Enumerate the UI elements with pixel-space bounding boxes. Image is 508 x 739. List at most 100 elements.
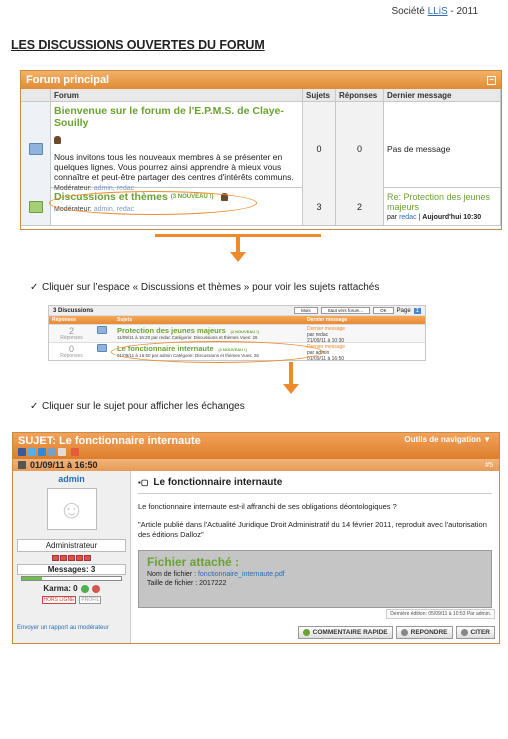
post-icon <box>18 461 26 469</box>
page-label: Page <box>396 307 411 314</box>
facebook-icon[interactable] <box>18 448 26 456</box>
company-prefix: Société <box>391 6 428 17</box>
post-number[interactable]: #5 <box>485 462 493 469</box>
post-date-bar: 01/09/11 à 16:50 #5 <box>13 459 499 471</box>
check-icon: ✓ <box>30 401 39 412</box>
post-bullet-icon: ▪▢ <box>138 478 149 487</box>
company-brand: LLiS <box>427 6 448 17</box>
offline-status: HORS LIGNE <box>41 596 77 604</box>
email-icon[interactable] <box>48 448 56 456</box>
forum-folder-icon <box>28 142 43 155</box>
year-suffix: - 2011 <box>447 6 478 17</box>
forum-main-columns: Forum Sujets Réponses Dernier message <box>21 89 501 102</box>
karma-minus-icon[interactable] <box>91 584 100 593</box>
topic-row[interactable]: 2 Réponses Protection des jeunes majeurs … <box>49 324 425 344</box>
forum-title-link[interactable]: Bienvenue sur le forum de l'E.P.M.S. de … <box>54 105 299 129</box>
report-link[interactable]: Envoyer un rapport au modérateur <box>17 625 109 631</box>
subjects-count: 0 <box>303 102 336 195</box>
share-icon[interactable] <box>38 448 46 456</box>
arrow-down-icon <box>283 384 299 394</box>
new-badge: (3 NOUVEAU !) <box>170 194 214 200</box>
author-panel: admin ☺ Administrateur Messages: 3 Karma… <box>13 471 131 643</box>
plus-circle-icon <box>302 629 310 636</box>
attachment-heading: Fichier attaché : <box>147 555 240 569</box>
last-message: Pas de message <box>384 102 501 195</box>
topics-columns: Réponses Sujets Dernier message <box>49 316 425 324</box>
forum-title-link[interactable]: Discussions et thèmes <box>54 191 168 203</box>
forum-main-title: Forum principal <box>26 74 110 86</box>
reply-button[interactable]: REPONDRE <box>395 626 453 639</box>
arrow-shaft <box>289 362 293 384</box>
topic-title-link[interactable]: Protection des jeunes majeurs <box>117 326 226 335</box>
jump-forum-select[interactable]: Saut vers forum... <box>320 307 371 314</box>
post-title: Le fonctionnaire internaute <box>153 477 283 488</box>
quote-icon <box>460 629 468 636</box>
profile-button[interactable]: PROFIL <box>79 596 102 604</box>
document-header: Société LLiS - 2011 <box>391 6 478 17</box>
minimize-icon[interactable]: − <box>487 75 496 85</box>
author-messages: Messages: 3 <box>17 564 126 575</box>
author-role: Administrateur <box>17 539 126 552</box>
forum-main-table: Forum principal − Forum Sujets Réponses … <box>20 70 502 230</box>
post-paragraph: Le fonctionnaire internaute est-il affra… <box>138 502 397 511</box>
col-replies: Réponses <box>336 89 384 102</box>
topics-list: 3 Discussions Mois Saut vers forum... OK… <box>48 305 426 363</box>
col-forum: Forum <box>51 89 303 102</box>
last-edited: Dernière édition: 05/09/11 à 10:53 Par a… <box>386 609 495 619</box>
attachment-link[interactable]: fonctionnaire_internaute.pdf <box>198 571 285 578</box>
reply-icon <box>400 629 408 636</box>
author-name[interactable]: admin <box>13 474 130 484</box>
topic-title-link[interactable]: Le fonctionnaire internaute <box>117 344 214 353</box>
check-icon: ✓ <box>30 282 39 293</box>
col-subjects: Sujets <box>303 89 336 102</box>
moderator-icon <box>221 193 229 201</box>
forum-main-header: Forum principal − <box>21 71 501 89</box>
topic-row[interactable]: 0 Réponses Le fonctionnaire internaute (1… <box>49 342 425 362</box>
activity-bar <box>21 576 122 581</box>
quick-reply-button[interactable]: COMMENTAIRE RAPIDE <box>297 626 393 639</box>
navigation-tools-menu[interactable]: Outils de navigation ▼ <box>404 435 491 444</box>
topic-title-bar: SUJET: Le fonctionnaire internaute Outil… <box>13 433 499 459</box>
forum-row-welcome[interactable]: Bienvenue sur le forum de l'E.P.M.S. de … <box>21 102 501 195</box>
col-last-message: Dernier message <box>384 89 501 102</box>
replies-count: 0 <box>336 102 384 195</box>
attachment-box: Fichier attaché : Nom de fichier : fonct… <box>138 550 492 608</box>
moderators-link[interactable]: admin, redac <box>94 206 134 213</box>
topic-folder-icon <box>97 344 107 352</box>
post-paragraph: "Article publié dans l'Actualité Juridiq… <box>138 520 487 539</box>
instruction-1: ✓ Cliquer sur l’espace « Discussions et t… <box>30 282 380 293</box>
ok-button[interactable]: OK <box>373 307 394 314</box>
twitter-icon[interactable] <box>28 448 36 456</box>
replies-count: 2 <box>336 188 384 225</box>
topic-view: SUJET: Le fonctionnaire internaute Outil… <box>12 432 500 644</box>
page-title: LES DISCUSSIONS OUVERTES DU FORUM <box>11 38 265 52</box>
subjects-count: 3 <box>303 188 336 225</box>
rank-stars <box>13 555 130 561</box>
last-author-link[interactable]: redac <box>399 214 417 221</box>
post-actions: COMMENTAIRE RAPIDE REPONDRE CITER <box>297 626 495 639</box>
attachment-size: 2017222 <box>199 580 227 587</box>
plus-icon[interactable] <box>71 448 79 456</box>
post-content: ▪▢ Le fonctionnaire internaute Le fonctio… <box>131 471 499 643</box>
topic-folder-icon <box>97 326 107 334</box>
topic-title: SUJET: Le fonctionnaire internaute <box>18 435 201 447</box>
karma-plus-icon[interactable] <box>80 584 89 593</box>
forum-row-discussions[interactable]: Discussions et thèmes (3 NOUVEAU !) Modé… <box>21 188 501 226</box>
print-icon[interactable] <box>58 448 66 456</box>
quote-button[interactable]: CITER <box>455 626 495 639</box>
page-number[interactable]: 1 <box>413 307 421 314</box>
instruction-2: ✓ Cliquer sur le sujet pour afficher les … <box>30 401 245 412</box>
arrow-shaft <box>236 236 240 252</box>
forum-description: Nous invitons tous les nouveaux membres … <box>54 152 294 182</box>
moderator-icon <box>54 136 61 144</box>
topics-toolbar: 3 Discussions Mois Saut vers forum... OK… <box>49 306 425 316</box>
period-select[interactable]: Mois <box>294 307 318 314</box>
topics-count: 3 Discussions <box>53 307 94 314</box>
share-icons <box>18 448 79 456</box>
arrow-down-icon <box>230 252 246 262</box>
post-date: 01/09/11 à 16:50 <box>30 460 98 470</box>
forum-folder-new-icon <box>28 200 43 213</box>
last-topic-link[interactable]: Re: Protection des jeunes majeurs <box>387 192 497 212</box>
author-karma: Karma: 0 <box>43 584 78 593</box>
avatar: ☺ <box>46 488 97 530</box>
